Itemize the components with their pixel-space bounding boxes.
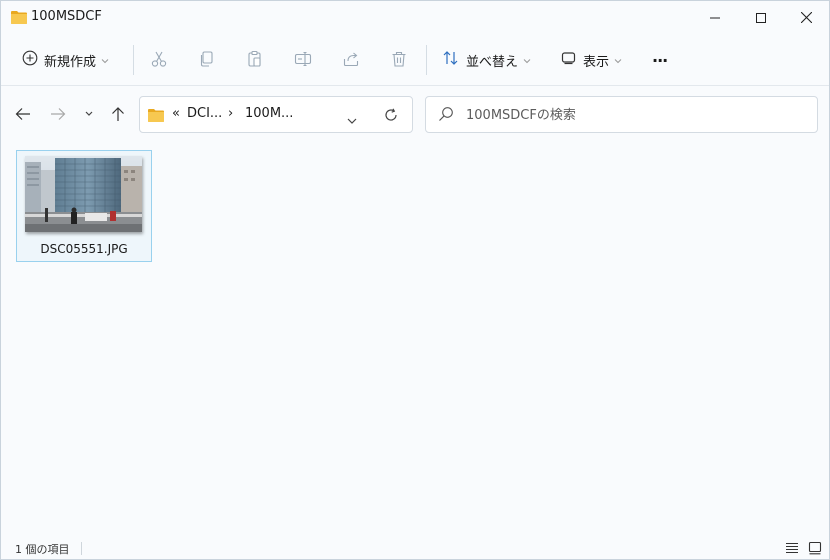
up-arrow-icon[interactable]	[107, 103, 129, 125]
search-box[interactable]	[425, 96, 818, 133]
more-icon: ···	[652, 50, 668, 70]
recent-locations-chevron-icon[interactable]	[78, 103, 100, 125]
status-separator	[81, 542, 82, 555]
photo-thumbnail	[25, 156, 142, 232]
minimize-button[interactable]	[692, 1, 738, 33]
command-bar: 新規作成 並べ替え 表示 ···	[1, 39, 829, 81]
maximize-icon	[756, 8, 766, 27]
chevron-down-icon	[101, 53, 109, 68]
toolbar-divider	[1, 85, 829, 86]
status-bar: 1 個の項目	[1, 537, 829, 559]
refresh-icon[interactable]	[384, 107, 398, 126]
chevron-down-icon	[614, 53, 622, 68]
thumbnail-view-icon[interactable]	[807, 540, 823, 556]
toolbar-separator	[426, 45, 427, 75]
copy-icon[interactable]	[197, 49, 217, 69]
folder-icon	[148, 107, 164, 126]
view-button[interactable]: 表示	[561, 45, 622, 75]
sort-label: 並べ替え	[466, 54, 519, 70]
paste-icon[interactable]	[245, 49, 265, 69]
sort-arrows-icon	[442, 50, 460, 70]
item-count: 1 個の項目	[15, 543, 70, 556]
toolbar-separator	[133, 45, 134, 75]
more-options-button[interactable]: ···	[652, 45, 668, 75]
view-layout-icon	[561, 51, 577, 69]
search-icon	[438, 106, 454, 126]
rename-icon[interactable]	[293, 49, 313, 69]
search-input[interactable]	[464, 105, 808, 125]
close-button[interactable]	[783, 1, 829, 33]
close-icon	[800, 8, 812, 27]
delete-icon[interactable]	[389, 49, 409, 69]
maximize-button[interactable]	[738, 1, 784, 33]
new-label: 新規作成	[44, 54, 97, 70]
breadcrumb-item-100m[interactable]: 100M...	[245, 106, 293, 121]
explorer-window: 100MSDCF 新規作成 並べ替え 表示 ··· « DCI... › 100…	[0, 0, 830, 560]
minimize-icon	[710, 8, 720, 27]
forward-arrow-icon[interactable]	[47, 103, 69, 125]
details-view-icon[interactable]	[784, 540, 800, 556]
title-bar[interactable]: 100MSDCF	[1, 1, 829, 33]
file-item[interactable]: DSC05551.JPG	[16, 150, 152, 262]
file-name: DSC05551.JPG	[40, 242, 128, 256]
breadcrumb-separator[interactable]: ›	[228, 106, 233, 121]
address-bar[interactable]: « DCI... › 100M...	[139, 96, 413, 133]
view-label: 表示	[583, 54, 610, 70]
share-icon[interactable]	[341, 49, 361, 69]
sort-button[interactable]: 並べ替え	[442, 45, 531, 75]
breadcrumb-overflow[interactable]: «	[172, 106, 180, 121]
address-dropdown-chevron-icon[interactable]	[346, 110, 358, 129]
window-title: 100MSDCF	[31, 9, 102, 24]
chevron-down-icon	[523, 53, 531, 68]
new-button[interactable]: 新規作成	[22, 45, 109, 75]
cut-icon[interactable]	[149, 49, 169, 69]
folder-icon	[11, 9, 27, 28]
back-arrow-icon[interactable]	[12, 103, 34, 125]
breadcrumb-item-dci[interactable]: DCI...	[187, 106, 222, 121]
plus-circle-icon	[22, 50, 38, 70]
